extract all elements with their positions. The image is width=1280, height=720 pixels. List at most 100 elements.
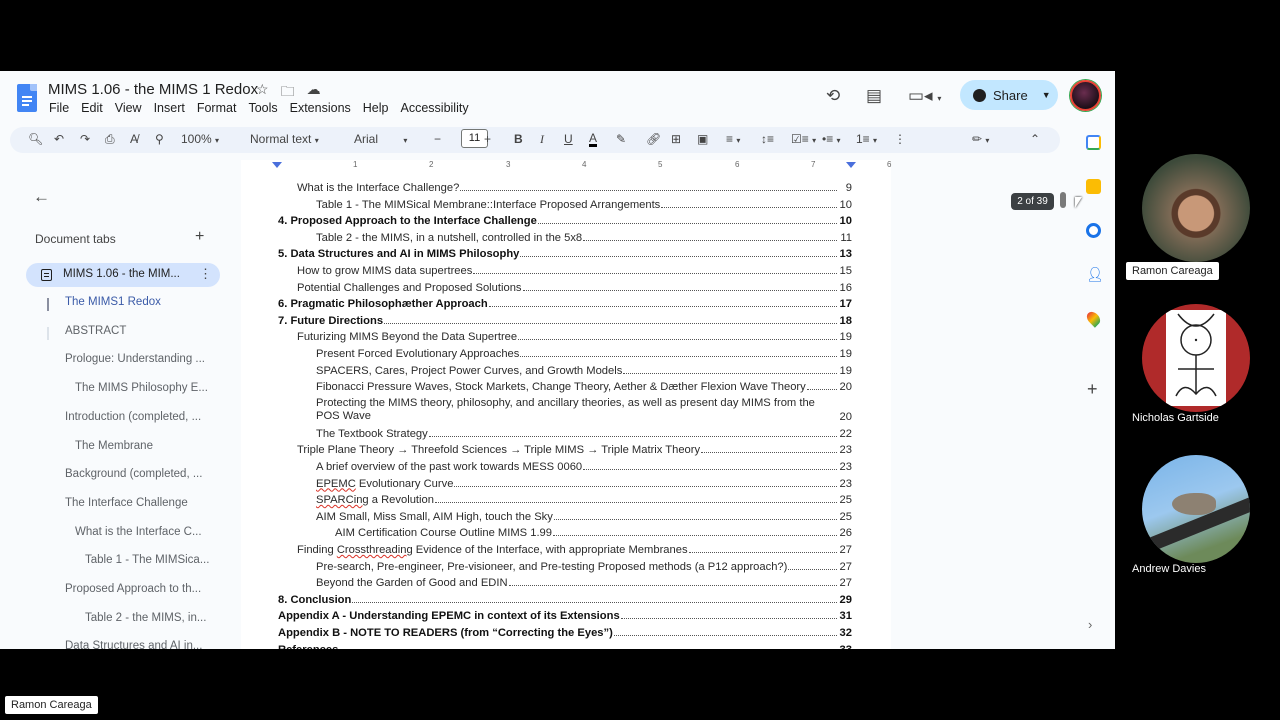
menu-view[interactable]: View xyxy=(115,101,142,115)
outline-item[interactable]: Introduction (completed, ... xyxy=(65,411,201,423)
show-side-panel-icon[interactable]: › xyxy=(1088,617,1092,632)
menu-file[interactable]: File xyxy=(49,101,69,115)
version-history-icon[interactable]: ⟲ xyxy=(826,86,840,106)
share-button[interactable]: Share ▼ xyxy=(960,80,1058,110)
editing-mode-icon[interactable]: ✏ ▾ xyxy=(972,132,989,146)
toc-entry[interactable]: Table 2 - the MIMS, in a nutshell, contr… xyxy=(278,227,852,244)
highlight-icon[interactable]: ✎ xyxy=(616,132,626,146)
toc-entry[interactable]: AIM Small, Miss Small, AIM High, touch t… xyxy=(278,506,852,523)
toc-entry[interactable]: 8. Conclusion 29 xyxy=(278,589,852,606)
maps-icon[interactable] xyxy=(1084,309,1103,328)
hide-menus-icon[interactable]: ⌃ xyxy=(1030,132,1040,146)
toc-entry[interactable]: Fibonacci Pressure Waves, Stock Markets,… xyxy=(278,376,852,394)
toc-entry[interactable]: A brief overview of the past work toward… xyxy=(278,456,852,473)
increase-font-size-icon[interactable]: + xyxy=(484,132,491,146)
outline-item[interactable]: Data Structures and AI in... xyxy=(65,640,202,649)
outline-item[interactable]: The Interface Challenge xyxy=(65,497,188,509)
document-title[interactable]: MIMS 1.06 - the MIMS 1 Redox xyxy=(48,81,258,98)
menu-help[interactable]: Help xyxy=(363,101,389,115)
toc-entry[interactable]: SPACERS, Cares, Project Power Curves, an… xyxy=(278,360,852,377)
more-options-icon[interactable]: ⋮ xyxy=(894,132,906,146)
bulleted-list-icon[interactable]: •≡ ▾ xyxy=(822,132,841,146)
participant-avatar-andrew[interactable] xyxy=(1142,455,1250,563)
outline-item[interactable]: Table 2 - the MIMS, in... xyxy=(85,612,206,624)
toc-entry[interactable]: What is the Interface Challenge? 9 xyxy=(278,177,852,194)
insert-image-icon[interactable]: ▣ xyxy=(697,132,708,146)
outline-item[interactable]: The MIMS Philosophy E... xyxy=(75,382,208,394)
menu-edit[interactable]: Edit xyxy=(81,101,103,115)
toc-entry[interactable]: Appendix A - Understanding EPEMC in cont… xyxy=(278,605,852,623)
toc-entry[interactable]: Finding Crossthreading Evidence of the I… xyxy=(278,539,852,556)
toc-entry[interactable]: References 33 xyxy=(278,639,852,649)
get-addons-icon[interactable]: + xyxy=(1087,379,1098,400)
align-icon[interactable]: ≡ ▾ xyxy=(726,132,740,146)
back-arrow-icon[interactable]: ← xyxy=(33,187,50,207)
menu-tools[interactable]: Tools xyxy=(248,101,277,115)
undo-icon[interactable]: ↶ xyxy=(54,132,64,146)
zoom-select[interactable]: 100% ▾ xyxy=(181,132,219,146)
spellcheck-word[interactable]: SPARCing xyxy=(316,494,369,506)
outline-item[interactable]: Prologue: Understanding ... xyxy=(65,353,205,365)
outline-item[interactable]: Background (completed, ... xyxy=(65,468,202,480)
toc-entry[interactable]: SPARCing a Revolution 25 xyxy=(278,489,852,507)
underline-button[interactable]: U xyxy=(564,132,573,146)
menu-extensions[interactable]: Extensions xyxy=(290,101,351,115)
comments-icon[interactable]: ▤ xyxy=(866,86,882,106)
toc-entry[interactable]: Present Forced Evolutionary Approaches 19 xyxy=(278,343,852,360)
keep-icon[interactable] xyxy=(1086,179,1101,194)
toc-entry[interactable]: Pre-search, Pre-engineer, Pre-visioneer,… xyxy=(278,556,852,573)
text-color-button[interactable]: A xyxy=(589,132,598,147)
participant-video-ramon[interactable] xyxy=(1142,154,1250,262)
contacts-icon[interactable]: 👤︎ xyxy=(1086,267,1104,282)
bold-button[interactable]: B xyxy=(514,132,523,146)
toc-entry[interactable]: Table 1 - The MIMSical Membrane::Interfa… xyxy=(278,194,852,211)
spellcheck-icon[interactable]: A̸ xyxy=(130,132,138,146)
add-tab-icon[interactable]: + xyxy=(195,228,204,246)
menu-insert[interactable]: Insert xyxy=(154,101,185,115)
toc-entry[interactable]: The Textbook Strategy 22 xyxy=(278,423,852,440)
toc-entry[interactable]: AIM Certification Course Outline MIMS 1.… xyxy=(278,522,852,540)
paint-format-icon[interactable]: ⚲ xyxy=(155,132,164,146)
outline-item[interactable]: What is the Interface C... xyxy=(75,526,202,538)
toc-entry[interactable]: How to grow MIMS data supertrees 15 xyxy=(278,260,852,277)
line-spacing-icon[interactable]: ↕≡ xyxy=(761,132,774,146)
toc-entry[interactable]: Protecting the MIMS theory, philosophy, … xyxy=(278,393,852,423)
outline-item[interactable]: ABSTRACT xyxy=(65,325,126,337)
toc-entry[interactable]: 4. Proposed Approach to the Interface Ch… xyxy=(278,210,852,228)
outline-item[interactable]: The Membrane xyxy=(75,440,153,452)
horizontal-ruler[interactable]: 1 2 3 4 5 6 7 6 xyxy=(241,160,891,171)
spellcheck-word[interactable]: EPEMC xyxy=(316,478,356,490)
toc-entry[interactable]: Appendix B - NOTE TO READERS (from “Corr… xyxy=(278,622,852,639)
docs-logo-icon[interactable] xyxy=(17,84,37,112)
toc-entry[interactable]: Beyond the Garden of Good and EDIN 27 xyxy=(278,572,852,590)
outline-item[interactable]: Table 1 - The MIMSica... xyxy=(85,554,209,566)
outline-item[interactable]: The MIMS1 Redox xyxy=(65,296,161,308)
toc-entry[interactable]: Futurizing MIMS Beyond the Data Supertre… xyxy=(278,326,852,344)
toc-entry[interactable]: 5. Data Structures and AI in MIMS Philos… xyxy=(278,243,852,261)
toc-entry[interactable]: EPEMC Evolutionary Curve 23 xyxy=(278,473,852,490)
insert-link-icon[interactable]: 🔗︎ xyxy=(646,132,661,146)
add-comment-icon[interactable]: ⊞ xyxy=(671,132,681,146)
left-indent-marker[interactable] xyxy=(272,162,282,168)
print-icon[interactable]: ⎙ xyxy=(105,132,115,147)
font-select[interactable]: Arial ▾ xyxy=(354,132,407,146)
toc-entry[interactable]: 7. Future Directions 18 xyxy=(278,310,852,327)
document-tab[interactable]: MIMS 1.06 - the MIM... ⋮ xyxy=(26,263,220,287)
calendar-icon[interactable] xyxy=(1086,135,1101,150)
numbered-list-icon[interactable]: 1≡ ▾ xyxy=(856,132,877,146)
search-menus-icon[interactable]: 🔍︎ xyxy=(28,132,43,146)
menu-accessibility[interactable]: Accessibility xyxy=(401,101,469,115)
checklist-icon[interactable]: ☑≡ ▾ xyxy=(791,132,816,146)
style-select[interactable]: Normal text ▾ xyxy=(250,132,319,146)
italic-button[interactable]: I xyxy=(540,132,544,147)
meet-camera-icon[interactable]: ▭◂ ▾ xyxy=(908,86,941,106)
decrease-font-size-icon[interactable]: − xyxy=(434,132,441,146)
right-indent-marker[interactable] xyxy=(846,162,856,168)
toc-entry[interactable]: 6. Pragmatic Philosophæther Approach 17 xyxy=(278,293,852,311)
tasks-icon[interactable] xyxy=(1086,223,1101,238)
spellcheck-word[interactable]: Crossthreading xyxy=(337,544,413,556)
menu-format[interactable]: Format xyxy=(197,101,237,115)
outline-item[interactable]: Proposed Approach to th... xyxy=(65,583,201,595)
account-avatar[interactable] xyxy=(1070,80,1101,111)
share-caret-icon[interactable]: ▼ xyxy=(1042,90,1051,100)
